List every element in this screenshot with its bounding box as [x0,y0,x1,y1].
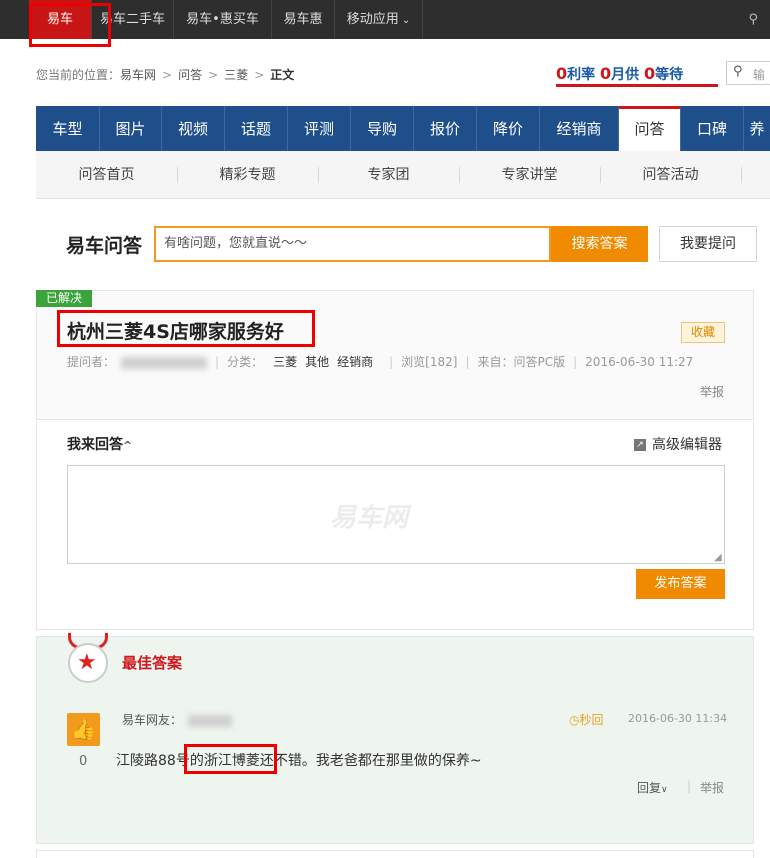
mainnav-models[interactable]: 车型 [36,106,100,151]
mainnav-topics[interactable]: 话题 [225,106,288,151]
chevron-down-icon: ⌄ [401,15,411,26]
answerer-label: 易车网友： [122,713,183,727]
meta-divider: | [215,355,220,369]
question-source: 来自：问答PC版 [477,355,566,369]
category-link-dealer[interactable]: 经销商 [337,355,373,369]
topnav-mobile-apps-label: 移动应用 [346,12,399,27]
meta-divider: | [465,355,470,369]
promo-zero: 0 [556,64,568,83]
category-label: 分类： [227,355,264,369]
ask-question-button[interactable]: 我要提问 [659,226,757,262]
mainnav-discounts[interactable]: 降价 [477,106,540,151]
mainnav-reviews[interactable]: 评测 [288,106,351,151]
promo-item-wait: 等待 [655,67,684,83]
speed-reply-label: 秒回 [579,713,604,727]
clock-icon: ◷ [569,713,580,727]
subnav-qa-home[interactable]: 问答首页 [36,151,177,199]
report-question-link[interactable]: 举报 [700,383,724,400]
question-time: 2016-06-30 11:27 [585,355,694,369]
question-search-input[interactable]: 有啥问题，您就直说～～ [154,226,551,262]
reply-button[interactable]: 回复∨ [637,779,668,796]
subnav-divider [741,167,742,183]
asker-label: 提问者： [67,355,116,369]
answer-heading-label: 我来回答 [67,437,123,453]
subnav-expert-lectures[interactable]: 专家讲堂 [459,151,600,199]
thumbs-up-icon[interactable]: 👍 [67,713,100,746]
meta-divider: | [573,355,578,369]
qa-brand-title: 易车问答 [66,235,143,257]
breadcrumb-separator: > [254,68,265,82]
breadcrumb-prefix: 您当前的位置： [36,68,121,82]
search-icon[interactable]: ⚲ [733,64,743,79]
yiche-watermark: 易车网 [330,503,409,533]
location-pin-icon[interactable]: ⚲ [748,12,758,27]
resize-grip-icon[interactable]: ◢ [714,552,722,563]
breadcrumb-separator: > [208,68,219,82]
promo-item-monthly: 月供 [611,67,640,83]
topnav-mobile-apps[interactable]: 移动应用 ⌄ [335,0,423,39]
best-answer-label: 最佳答案 [122,654,183,672]
star-icon: ★ [77,650,97,675]
promo-zero: 0 [600,64,612,83]
breadcrumb: 您当前的位置：易车网 > 问答 > 三菱 > 正文 [36,66,294,83]
speed-reply-tag: ◷秒回 [569,711,604,728]
subnav-qa-events[interactable]: 问答活动 [600,151,741,199]
highlight-box-title [57,310,315,347]
breadcrumb-separator: > [162,68,173,82]
like-count: 0 [79,754,88,769]
breadcrumb-current: 正文 [270,68,295,82]
answerer-info: 易车网友： [122,711,233,728]
answer-text: 江陵路88号的浙江博菱还不错。我老爸都在那里做的保养~ [116,753,482,769]
mainnav-dealers[interactable]: 经销商 [540,106,619,151]
breadcrumb-link-mitsubishi[interactable]: 三菱 [224,68,248,82]
mainnav-prices[interactable]: 报价 [414,106,477,151]
advanced-editor-link[interactable]: ↗ 高级编辑器 [634,434,722,454]
promo-banner[interactable]: 0利率 0月供 0等待 [556,64,683,84]
favorite-button[interactable]: 收藏 [681,322,725,343]
search-answers-button[interactable]: 搜索答案 [551,226,648,262]
publish-answer-button[interactable]: 发布答案 [636,569,725,599]
meta-divider: | [389,355,394,369]
breadcrumb-link-yiche[interactable]: 易车网 [120,68,156,82]
mainnav-qa[interactable]: 问答 [619,106,681,151]
breadcrumb-link-qa[interactable]: 问答 [178,68,202,82]
mainnav-images[interactable]: 图片 [100,106,162,151]
mainnav-maintenance[interactable]: 养 [744,106,770,151]
promo-underline [556,84,718,87]
solved-badge: 已解决 [36,290,92,307]
highlight-box-topnav [29,3,111,47]
topnav-huimaiche[interactable]: 易车•惠买车 [174,0,272,39]
mainnav-videos[interactable]: 视频 [162,106,225,151]
asker-name-redacted [121,356,208,369]
category-link-other[interactable]: 其他 [305,355,329,369]
next-card-edge [36,850,754,858]
chevron-up-icon: ^ [123,439,133,452]
promo-item-rate: 利率 [567,67,596,83]
topnav-yichehui[interactable]: 易车惠 [272,0,335,39]
advanced-editor-label: 高级编辑器 [652,437,722,453]
promo-zero: 0 [644,64,656,83]
expand-arrow-icon: ↗ [634,439,646,451]
top-search-placeholder: 输 [753,68,766,82]
subnav-expert-team[interactable]: 专家团 [318,151,459,199]
answer-time: 2016-06-30 11:34 [628,712,728,725]
mainnav-word-of-mouth[interactable]: 口碑 [681,106,744,151]
reply-label: 回复 [637,781,662,795]
action-divider: | [687,779,692,793]
subnav-featured-topics[interactable]: 精彩专题 [177,151,318,199]
answerer-name-redacted [188,714,233,727]
view-count: 浏览[182] [401,355,458,369]
highlight-box-answer [184,744,277,774]
answer-form-heading[interactable]: 我来回答^ [67,434,132,454]
category-link-mitsubishi[interactable]: 三菱 [273,355,297,369]
report-answer-link[interactable]: 举报 [700,779,724,796]
chevron-down-icon: ∨ [661,785,668,795]
mainnav-guide[interactable]: 导购 [351,106,414,151]
question-meta: 提问者： | 分类： 三菱 其他 经销商 | 浏览[182] | 来自：问答PC版 | 2016-06… [67,353,693,370]
